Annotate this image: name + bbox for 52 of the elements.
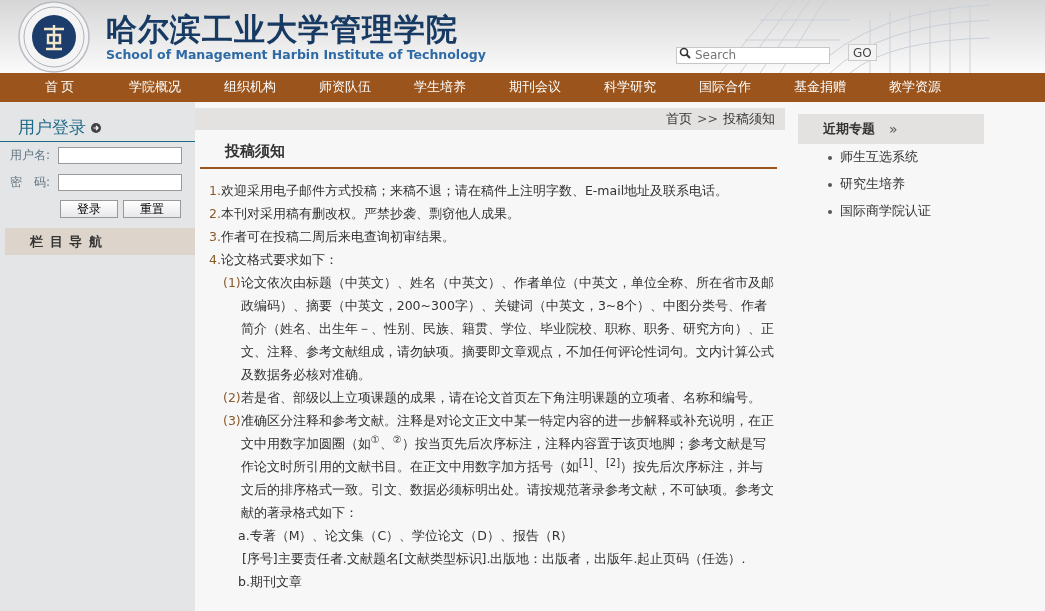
paragraph: 论文依次由标题（中英文）、姓名（中英文）、作者单位（中英文，单位全称、所在省市及邮政编码）、摘要（中英文，200~300字）、关键词（中英文，3~8个）、中图分类号、作者简介（姓名、出生年－、性别、民族、籍贯、学位、毕业院校、职称、职务、研究方向）、正文、注释、参考文献组成，请勿缺项。摘要即文章观点，不加任何评论性词句。文内计算公式及数据务必核对准确。 [240,274,775,384]
article-title: 投稿须知 [200,138,777,169]
nav-link[interactable]: 科学研究 [582,79,677,96]
nav-link[interactable]: 国际合作 [677,79,772,96]
username-field[interactable] [58,147,182,164]
topic-link[interactable]: 师生互选系统 [840,149,918,166]
nav-link[interactable]: 学生培养 [392,79,487,96]
paragraph: a.专著（M）、论文集（C）、学位论文（D）、报告（R） [238,527,574,545]
breadcrumb-link[interactable]: 首页 [666,108,693,130]
password-field[interactable] [58,174,182,191]
chevron-icon: » [889,121,898,137]
item-number: 2. [209,205,221,223]
breadcrumb-separator: >> [697,110,718,128]
item-number: 4. [209,251,221,269]
paragraph: 论文格式要求如下： [220,251,338,269]
paragraph: [序号]主要责任者.文献题名[文献类型标识].出版地：出版者，出版年.起止页码（任选）. [240,550,746,568]
school-subtitle: School of Management Harbin Institute of Technology [106,47,486,62]
nav-link[interactable]: 首 页 [12,79,107,96]
login-title: 用户登录 [18,116,86,139]
item-number: (1) [223,274,241,292]
breadcrumb-current: 投稿须知 [723,110,775,128]
item-number: (3) [223,412,241,430]
sidebar-heading: 栏 目 导 航 [5,228,195,255]
login-button[interactable]: 登录 [60,200,118,218]
search-field[interactable]: Search [676,46,830,64]
paragraph: 欢迎采用电子邮件方式投稿；来稿不退；请在稿件上注明字数、E-mail地址及联系电话。 [220,182,729,200]
item-number: 3. [209,228,221,246]
bullet-icon [828,209,832,214]
paragraph: 作者可在投稿二周后来电查询初审结果。 [220,228,455,246]
school-title: 哈尔滨工业大学管理学院 [106,11,459,47]
paragraph: 若是省、部级以上立项课题的成果，请在论文首页左下角注明课题的立项者、名称和编号。 [240,389,761,407]
nav-link[interactable]: 期刊会议 [487,79,582,96]
username-label: 用户名: [10,147,52,164]
logo-icon [18,0,90,73]
bullet-icon [828,155,832,160]
topic-link[interactable]: 研究生培养 [840,176,905,193]
reset-button[interactable]: 重置 [123,200,181,218]
topic-link[interactable]: 国际商学院认证 [840,203,931,220]
arrow-icon [91,122,101,133]
topics-title: 近期专题 [823,120,875,138]
item-number: (2) [223,389,241,407]
nav-link[interactable]: 教学资源 [867,79,962,96]
password-label: 密 码: [10,174,52,191]
paragraph: 本刊对采用稿有删改权。严禁抄袭、剽窃他人成果。 [220,205,520,223]
item-number: 1. [209,182,221,200]
paragraph: b.期刊文章 [238,573,302,591]
bullet-icon [828,182,832,187]
nav-link[interactable]: 组织机构 [202,79,297,96]
nav-link[interactable]: 学院概况 [107,79,202,96]
nav-link[interactable]: 师资队伍 [297,79,392,96]
go-button[interactable]: GO [848,44,877,61]
nav-link[interactable]: 基金捐赠 [772,79,867,96]
